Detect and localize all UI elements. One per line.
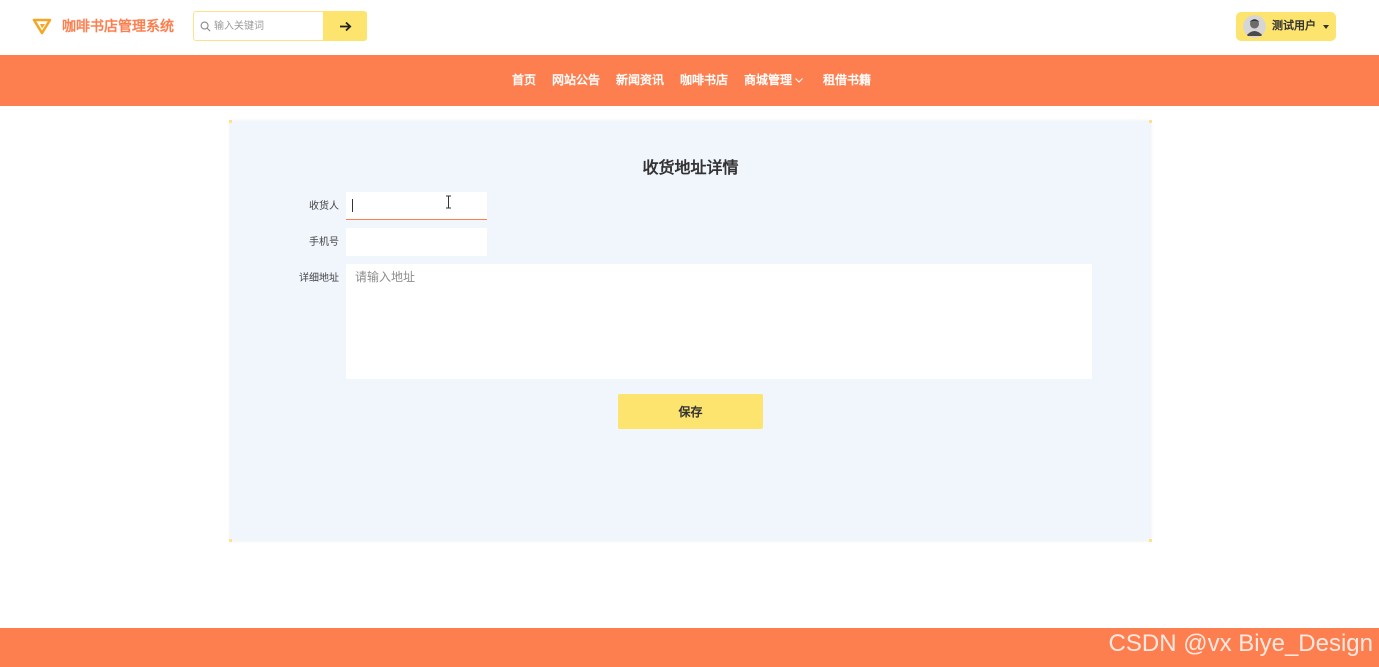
arrow-right-icon: [339, 21, 352, 31]
receiver-label: 收货人: [309, 201, 339, 212]
nav-item-mall-management[interactable]: 商城管理: [744, 73, 792, 88]
user-name: 测试用户: [1272, 20, 1316, 32]
footer: CSDN @vx Biye_Design: [0, 628, 1379, 667]
text-caret: [352, 199, 353, 212]
nav-item-news[interactable]: 新闻资讯: [616, 73, 664, 88]
caret-down-icon: [1323, 25, 1329, 29]
text-cursor-icon: [446, 195, 451, 209]
search-icon: [200, 21, 211, 32]
nav-item-borrow-books[interactable]: 租借书籍: [823, 73, 871, 88]
receiver-input[interactable]: [346, 192, 487, 220]
brand-title[interactable]: 咖啡书店管理系统: [62, 17, 174, 35]
nav-item-announcements[interactable]: 网站公告: [552, 73, 600, 88]
corner-decor: [1149, 120, 1152, 123]
page-title: 收货地址详情: [642, 160, 739, 177]
search-input[interactable]: [214, 16, 318, 36]
address-textarea[interactable]: [346, 264, 1092, 379]
corner-decor: [229, 120, 232, 123]
chevron-down-icon[interactable]: [795, 78, 803, 83]
watermark: CSDN @vx Biye_Design: [1108, 630, 1373, 657]
address-label: 详细地址: [299, 273, 339, 284]
phone-input[interactable]: [346, 228, 487, 256]
logo-icon: [32, 18, 52, 35]
address-detail-card: 收货地址详情 收货人 手机号 详细地址 保存: [229, 120, 1152, 542]
main-nav: 首页 网站公告 新闻资讯 咖啡书店 商城管理 租借书籍: [0, 55, 1379, 106]
search-button[interactable]: [323, 11, 367, 41]
save-button[interactable]: 保存: [618, 394, 763, 429]
nav-item-home[interactable]: 首页: [512, 73, 536, 88]
corner-decor: [1149, 539, 1152, 542]
user-menu-button[interactable]: 测试用户: [1236, 12, 1336, 41]
search-box: [193, 11, 324, 41]
phone-label: 手机号: [309, 237, 339, 248]
corner-decor: [229, 539, 232, 542]
top-header: 咖啡书店管理系统 测试用户: [0, 0, 1379, 55]
avatar-icon: [1243, 15, 1266, 38]
nav-item-coffee-bookstore[interactable]: 咖啡书店: [680, 73, 728, 88]
